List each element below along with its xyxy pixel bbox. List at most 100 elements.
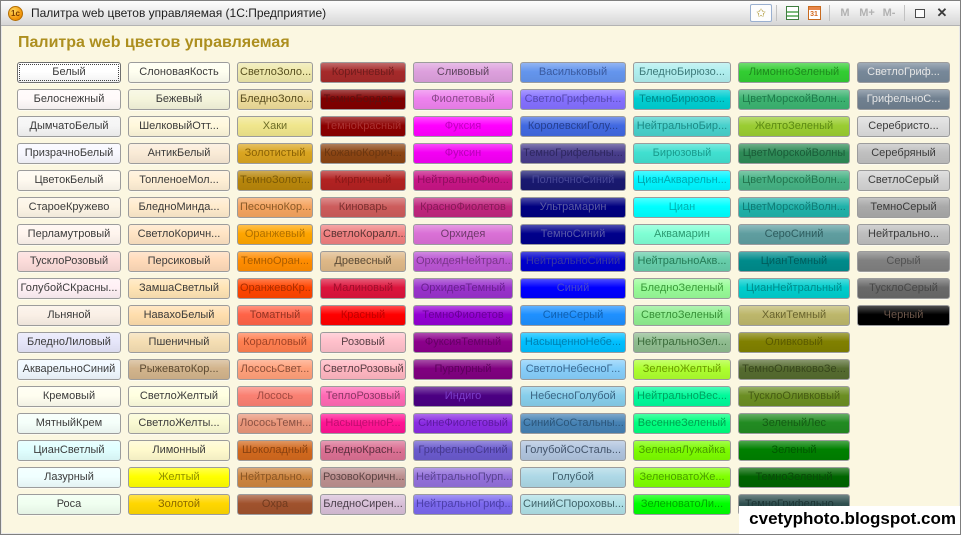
color-button[interactable]: Нейтрально...: [237, 467, 313, 488]
color-button[interactable]: Роса: [17, 494, 121, 515]
color-button[interactable]: Бирюзовый: [633, 143, 731, 164]
color-button[interactable]: Малиновый: [320, 278, 406, 299]
color-button[interactable]: Пурпурный: [413, 359, 513, 380]
color-button[interactable]: СлоноваяКость: [128, 62, 230, 83]
color-button[interactable]: ГрифельноС...: [857, 89, 950, 110]
color-button[interactable]: Лазурный: [17, 467, 121, 488]
color-button[interactable]: ОрхидеяТемный: [413, 278, 513, 299]
color-button[interactable]: ТемноЗеленый: [738, 467, 850, 488]
color-button[interactable]: ТусклоРозовый: [17, 251, 121, 272]
color-button[interactable]: Охра: [237, 494, 313, 515]
close-button[interactable]: ✕: [931, 3, 953, 23]
title-bar[interactable]: 1с Палитра web цветов управляемая (1С:Пр…: [1, 1, 960, 26]
color-button[interactable]: ОранжевоКр...: [237, 278, 313, 299]
color-button[interactable]: РыжеватоКор...: [128, 359, 230, 380]
color-button[interactable]: НасыщенноР...: [320, 413, 406, 434]
color-button[interactable]: БледноЛиловый: [17, 332, 121, 353]
color-button[interactable]: Томатный: [237, 305, 313, 326]
color-button[interactable]: ЗамшаСветлый: [128, 278, 230, 299]
color-button[interactable]: БледноЗеленый: [633, 278, 731, 299]
color-button[interactable]: СветлоКоричн...: [128, 224, 230, 245]
color-button[interactable]: ЦианАкварельн...: [633, 170, 731, 191]
color-button[interactable]: АкварельноСиний: [17, 359, 121, 380]
color-button[interactable]: НейтральноФио...: [413, 170, 513, 191]
color-button[interactable]: Коралловый: [237, 332, 313, 353]
color-button[interactable]: ТемноБирюзов...: [633, 89, 731, 110]
color-button[interactable]: Серебристо...: [857, 116, 950, 137]
color-button[interactable]: ЦветМорскойВолн...: [738, 89, 850, 110]
color-button[interactable]: МятныйКрем: [17, 413, 121, 434]
color-button[interactable]: АнтикБелый: [128, 143, 230, 164]
color-button[interactable]: ФуксияТемный: [413, 332, 513, 353]
color-button[interactable]: СветлоЗоло...: [237, 62, 313, 83]
color-button[interactable]: ТусклоСерый: [857, 278, 950, 299]
color-button[interactable]: Золотой: [128, 494, 230, 515]
calendar-button[interactable]: 31: [803, 3, 825, 23]
color-button[interactable]: Белоснежный: [17, 89, 121, 110]
color-button[interactable]: ХакиТемный: [738, 305, 850, 326]
color-button[interactable]: Пшеничный: [128, 332, 230, 353]
color-button[interactable]: Перламутровый: [17, 224, 121, 245]
color-button[interactable]: Бежевый: [128, 89, 230, 110]
color-button[interactable]: НейтральноПурп...: [413, 467, 513, 488]
color-button[interactable]: ПесочноКор...: [237, 197, 313, 218]
color-button[interactable]: Кирпичный: [320, 170, 406, 191]
color-button[interactable]: ДымчатоБелый: [17, 116, 121, 137]
color-button[interactable]: ТемноОливковоЗе...: [738, 359, 850, 380]
color-button[interactable]: ЗеленоватоЖе...: [633, 467, 731, 488]
color-button[interactable]: БледноСирен...: [320, 494, 406, 515]
color-button[interactable]: Шоколадный: [237, 440, 313, 461]
color-button[interactable]: Коричневый: [320, 62, 406, 83]
color-button[interactable]: Лимонный: [128, 440, 230, 461]
color-button[interactable]: ТемноКрасный: [320, 116, 406, 137]
memory-button[interactable]: M: [834, 3, 856, 23]
color-button[interactable]: КожаноКорич...: [320, 143, 406, 164]
color-button[interactable]: БледноМинда...: [128, 197, 230, 218]
color-button[interactable]: СветлоГрифельн...: [520, 89, 626, 110]
color-button[interactable]: ЗеленаяЛужайка: [633, 440, 731, 461]
color-button[interactable]: СветлоСерый: [857, 170, 950, 191]
color-button[interactable]: ЦветМорскойВолны: [738, 143, 850, 164]
color-button[interactable]: НавахоБелый: [128, 305, 230, 326]
color-button[interactable]: СинийСПороховы...: [520, 494, 626, 515]
color-button[interactable]: ПолночноСиний: [520, 170, 626, 191]
color-button[interactable]: ТемноФиолетов: [413, 305, 513, 326]
color-button[interactable]: ЦветМорскойВолн...: [738, 197, 850, 218]
color-button[interactable]: ТемноСерый: [857, 197, 950, 218]
color-button[interactable]: СветлоРозовый: [320, 359, 406, 380]
color-button[interactable]: Ультрамарин: [520, 197, 626, 218]
color-button[interactable]: Лосось: [237, 386, 313, 407]
color-button[interactable]: Льняной: [17, 305, 121, 326]
color-button[interactable]: ШелковыйОтт...: [128, 116, 230, 137]
color-button[interactable]: Фуксия: [413, 116, 513, 137]
color-button[interactable]: Киноварь: [320, 197, 406, 218]
color-button[interactable]: СинеФиолетовый: [413, 413, 513, 434]
color-button[interactable]: ЦветМорскойВолн...: [738, 170, 850, 191]
color-button[interactable]: НейтральноЗел...: [633, 332, 731, 353]
color-button[interactable]: ТопленоеМол...: [128, 170, 230, 191]
color-button[interactable]: СветлоНебесноГ...: [520, 359, 626, 380]
color-button[interactable]: БледноБирюзо...: [633, 62, 731, 83]
color-button[interactable]: НейтральноБир...: [633, 116, 731, 137]
color-button[interactable]: Оранжевый: [237, 224, 313, 245]
color-button[interactable]: СветлоЗеленый: [633, 305, 731, 326]
color-button[interactable]: Нейтрально...: [857, 224, 950, 245]
color-button[interactable]: ТемноОран...: [237, 251, 313, 272]
color-button[interactable]: Сливовый: [413, 62, 513, 83]
color-button[interactable]: СтароеКружево: [17, 197, 121, 218]
color-button[interactable]: ЛососьСвет...: [237, 359, 313, 380]
color-button[interactable]: НейтральноСиний: [520, 251, 626, 272]
color-button[interactable]: Индиго: [413, 386, 513, 407]
color-button[interactable]: ТемноСиний: [520, 224, 626, 245]
color-button[interactable]: ТусклоОливковый: [738, 386, 850, 407]
color-button[interactable]: СинеСерый: [520, 305, 626, 326]
color-button[interactable]: Синий: [520, 278, 626, 299]
color-button[interactable]: Красный: [320, 305, 406, 326]
color-button[interactable]: ТемноГрифельны...: [520, 143, 626, 164]
color-button[interactable]: ГрифельноСиний: [413, 440, 513, 461]
color-button[interactable]: БледноКрасн...: [320, 440, 406, 461]
favorites-star-button[interactable]: ✩: [750, 4, 772, 22]
color-button[interactable]: Голубой: [520, 467, 626, 488]
color-button[interactable]: НебесноГолубой: [520, 386, 626, 407]
color-button[interactable]: БледноЗоло...: [237, 89, 313, 110]
